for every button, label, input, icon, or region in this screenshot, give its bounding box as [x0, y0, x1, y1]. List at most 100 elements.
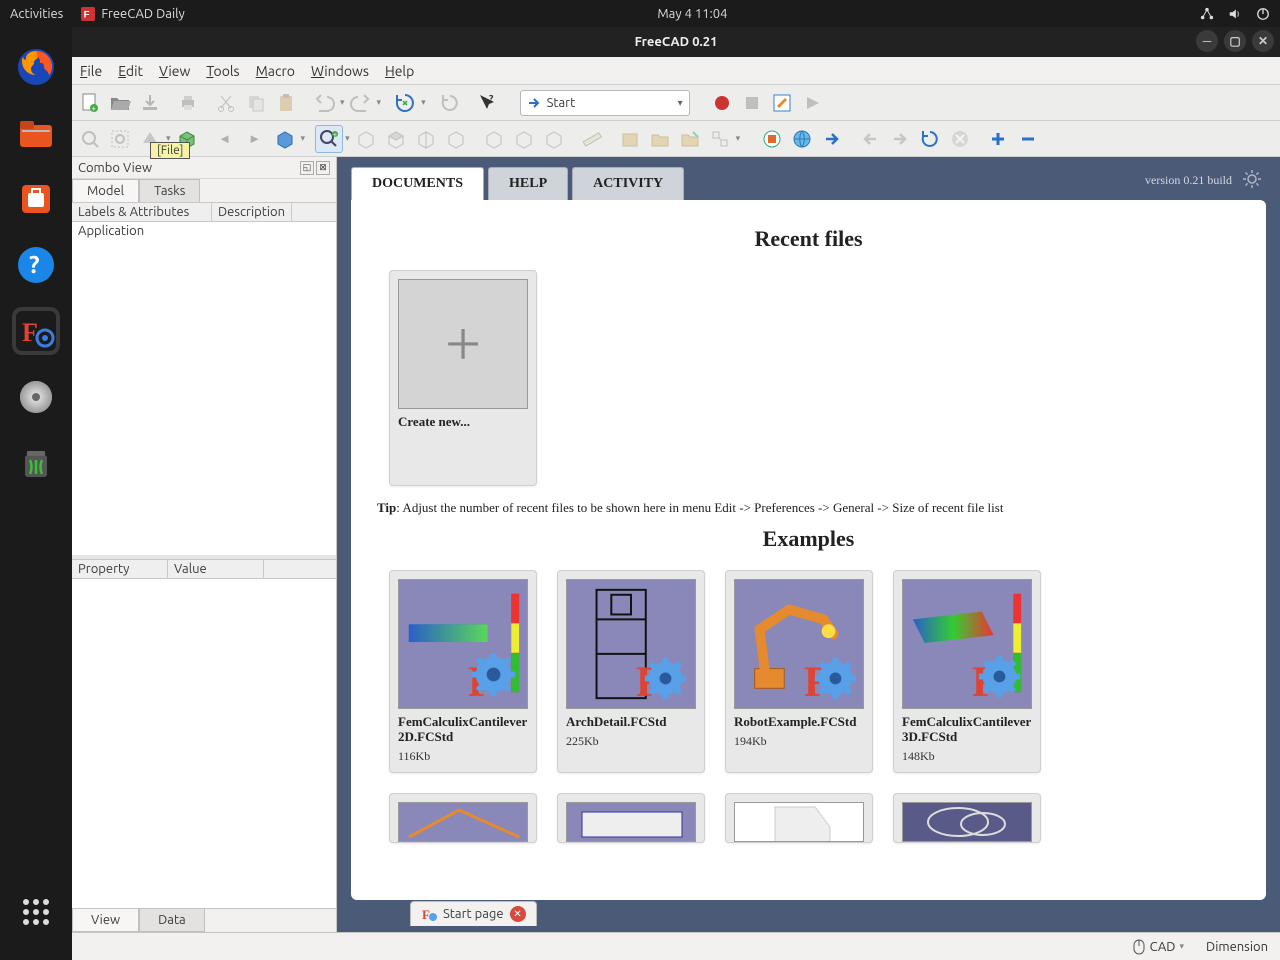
panel-close-icon[interactable]: ⊠ [316, 161, 330, 175]
clock[interactable]: May 4 11:04 [185, 7, 1200, 21]
tab-model[interactable]: Model [72, 179, 139, 202]
view-left-icon[interactable] [510, 125, 538, 153]
zoom-out-icon[interactable] [1014, 125, 1042, 153]
example-card[interactable] [389, 793, 537, 843]
tree-body[interactable]: Application [72, 222, 336, 555]
firefox-icon[interactable] [12, 43, 60, 91]
open-document-icon[interactable] [106, 89, 134, 117]
panel-float-icon[interactable]: ◱ [300, 161, 314, 175]
example-card[interactable]: F FemCalculixCantilever3D.FCStd 148Kb [893, 570, 1041, 773]
macro-play-icon[interactable] [798, 89, 826, 117]
view-rear-icon[interactable] [442, 125, 470, 153]
nav-forward-icon[interactable]: ► [241, 125, 269, 153]
menu-file[interactable]: File [80, 63, 102, 79]
web-fwd-icon[interactable] [886, 125, 914, 153]
save-icon[interactable] [136, 89, 164, 117]
document-tab-close-icon[interactable]: ✕ [510, 906, 526, 922]
example-card[interactable]: F FemCalculixCantilever2D.FCStd 116Kb [389, 570, 537, 773]
fit-selection-icon[interactable] [106, 125, 134, 153]
window-maximize-button[interactable]: ▢ [1224, 30, 1246, 52]
example-card[interactable] [893, 793, 1041, 843]
link-actions-icon[interactable] [706, 125, 734, 153]
workbench-selector[interactable]: Start ▾ [520, 90, 690, 116]
tree-root-item[interactable]: Application [78, 224, 144, 238]
tab-data[interactable]: Data [139, 909, 205, 932]
refresh-icon[interactable] [391, 89, 419, 117]
tab-tasks[interactable]: Tasks [139, 179, 200, 202]
whatsthis-icon[interactable]: ? [474, 89, 502, 117]
example-card[interactable] [725, 793, 873, 843]
col-value[interactable]: Value [168, 560, 264, 578]
dimension-label[interactable]: Dimension [1206, 940, 1268, 954]
nav-back-icon[interactable]: ◄ [211, 125, 239, 153]
copy-icon[interactable] [242, 89, 270, 117]
example-card[interactable] [557, 793, 705, 843]
undo-icon[interactable] [310, 89, 338, 117]
nav-style-selector[interactable]: CAD ▾ [1132, 938, 1184, 956]
reload-icon[interactable] [436, 89, 464, 117]
create-new-card[interactable]: + Create new... [389, 270, 537, 486]
view-front-icon[interactable] [352, 125, 380, 153]
web-back-icon[interactable] [856, 125, 884, 153]
col-labels-attributes[interactable]: Labels & Attributes [72, 203, 212, 221]
help-icon[interactable]: ? [12, 241, 60, 289]
web-stop-icon[interactable] [758, 125, 786, 153]
tab-view[interactable]: View [72, 909, 139, 932]
view-top-icon[interactable] [382, 125, 410, 153]
new-document-icon[interactable]: + [76, 89, 104, 117]
zoom-in-icon[interactable] [984, 125, 1012, 153]
window-close-button[interactable]: ✕ [1252, 30, 1274, 52]
freecad-app-icon[interactable]: F [12, 307, 60, 355]
web-refresh-icon[interactable] [916, 125, 944, 153]
trash-icon[interactable] [12, 439, 60, 487]
web-cancel-icon[interactable] [946, 125, 974, 153]
macro-edit-icon[interactable] [768, 89, 796, 117]
active-app-indicator[interactable]: F FreeCAD Daily [81, 7, 184, 21]
menu-windows[interactable]: Windows [311, 63, 369, 79]
link-make-icon[interactable] [676, 125, 704, 153]
macro-stop-icon[interactable] [738, 89, 766, 117]
web-home-icon[interactable] [788, 125, 816, 153]
print-icon[interactable] [174, 89, 202, 117]
part-icon[interactable] [616, 125, 644, 153]
example-card[interactable]: F RobotExample.FCStd 194Kb [725, 570, 873, 773]
fit-all-icon[interactable] [76, 125, 104, 153]
svg-text:F: F [84, 9, 90, 20]
macro-record-icon[interactable] [708, 89, 736, 117]
example-card[interactable]: F ArchDetail.FCStd 225Kb [557, 570, 705, 773]
window-minimize-button[interactable]: ─ [1196, 30, 1218, 52]
view-right-icon[interactable] [412, 125, 440, 153]
power-icon[interactable] [1256, 7, 1270, 21]
network-icon[interactable] [1200, 7, 1214, 21]
startpage-preferences-icon[interactable] [1242, 169, 1262, 189]
view-iso-icon[interactable] [540, 125, 568, 153]
group-icon[interactable] [646, 125, 674, 153]
measure-icon[interactable] [578, 125, 606, 153]
document-tab-startpage[interactable]: F Start page ✕ [410, 901, 537, 926]
tab-documents[interactable]: DOCUMENTS [351, 167, 484, 200]
show-applications-icon[interactable] [12, 888, 60, 936]
volume-icon[interactable] [1228, 7, 1242, 21]
paste-icon[interactable] [272, 89, 300, 117]
col-property[interactable]: Property [72, 560, 168, 578]
disc-icon[interactable] [12, 373, 60, 421]
files-icon[interactable] [12, 109, 60, 157]
menu-edit[interactable]: Edit [118, 63, 143, 79]
web-next-icon[interactable] [818, 125, 846, 153]
activities-button[interactable]: Activities [10, 7, 63, 21]
menu-macro[interactable]: Macro [256, 63, 295, 79]
menu-view[interactable]: View [159, 63, 190, 79]
tab-help[interactable]: HELP [488, 167, 568, 200]
cut-icon[interactable] [212, 89, 240, 117]
tab-activity[interactable]: ACTIVITY [572, 167, 684, 200]
software-icon[interactable] [12, 175, 60, 223]
col-description[interactable]: Description [212, 203, 292, 221]
isometric-view-icon[interactable]: + [315, 125, 343, 153]
menu-help[interactable]: Help [385, 63, 414, 79]
view-bottom-icon[interactable] [480, 125, 508, 153]
property-body[interactable] [72, 579, 336, 908]
link-nav-icon[interactable] [271, 125, 299, 153]
menu-tools[interactable]: Tools [206, 63, 239, 79]
redo-icon[interactable] [347, 89, 375, 117]
version-label: version 0.21 build [1145, 173, 1232, 188]
